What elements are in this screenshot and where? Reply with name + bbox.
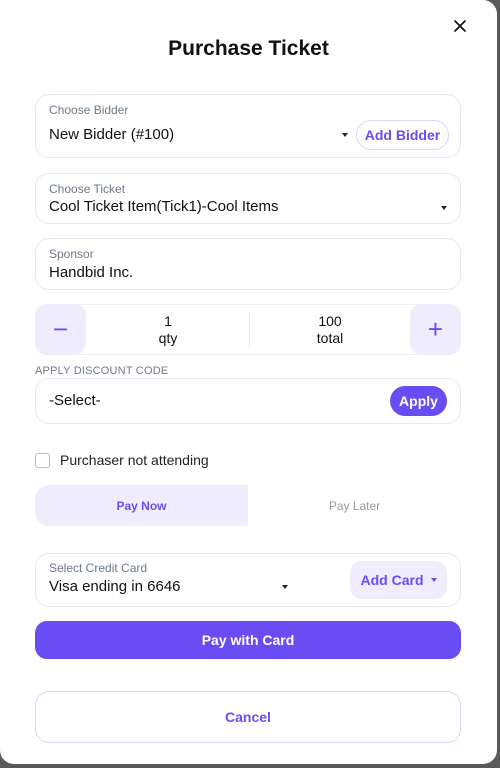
cancel-button[interactable]: Cancel [35, 691, 461, 743]
minus-icon: − [52, 314, 69, 344]
chevron-down-icon[interactable] [282, 585, 288, 589]
choose-bidder-label: Choose Bidder [49, 103, 129, 117]
sponsor-label: Sponsor [49, 247, 94, 261]
modal-title: Purchase Ticket [168, 37, 329, 60]
close-button[interactable] [450, 15, 470, 37]
total-value: 100 [318, 313, 342, 329]
credit-card-select[interactable]: Visa ending in 6646 [49, 578, 289, 595]
qty-value: 1 [164, 313, 172, 329]
discount-section-label: APPLY DISCOUNT CODE [35, 365, 169, 377]
purchaser-not-attending-checkbox[interactable] [35, 452, 50, 468]
plus-icon: + [427, 314, 444, 344]
qty-display: 1 qty [87, 313, 249, 347]
total-display: 100 total [250, 313, 410, 347]
purchaser-not-attending-label: Purchaser not attending [60, 452, 209, 468]
apply-discount-button[interactable]: Apply [390, 386, 447, 416]
pay-with-card-button[interactable]: Pay with Card [35, 621, 461, 659]
decrement-button[interactable]: − [35, 304, 86, 355]
add-bidder-button[interactable]: Add Bidder [356, 120, 449, 150]
choose-ticket-select[interactable]: Cool Ticket Item(Tick1)-Cool Items [49, 198, 429, 215]
tab-pay-later[interactable]: Pay Later [248, 485, 461, 526]
chevron-down-icon [430, 578, 437, 582]
choose-bidder-field: Choose Bidder New Bidder (#100) Add Bidd… [35, 94, 461, 158]
increment-button[interactable]: + [410, 304, 461, 355]
quantity-stepper: − 1 qty 100 total + [35, 304, 461, 355]
sponsor-input[interactable]: Handbid Inc. [49, 264, 133, 281]
credit-card-label: Select Credit Card [49, 561, 148, 575]
chevron-down-icon[interactable] [342, 133, 348, 137]
add-card-button[interactable]: Add Card [350, 561, 447, 599]
purchase-ticket-modal: Purchase Ticket Choose Bidder New Bidder… [0, 0, 497, 764]
close-icon [454, 20, 466, 32]
tab-pay-now[interactable]: Pay Now [35, 485, 248, 526]
total-label: total [316, 330, 344, 346]
choose-bidder-select[interactable]: New Bidder (#100) [49, 126, 349, 143]
payment-tabs: Pay Now Pay Later [35, 485, 461, 526]
sponsor-field[interactable]: Sponsor Handbid Inc. [35, 238, 461, 290]
discount-code-select[interactable]: -Select- [49, 392, 101, 409]
qty-label: qty [158, 330, 178, 346]
add-card-label: Add Card [360, 572, 424, 588]
purchaser-not-attending-row[interactable]: Purchaser not attending [35, 452, 209, 468]
choose-ticket-label: Choose Ticket [49, 182, 126, 196]
choose-ticket-field: Choose Ticket Cool Ticket Item(Tick1)-Co… [35, 173, 461, 224]
chevron-down-icon[interactable] [441, 206, 447, 210]
